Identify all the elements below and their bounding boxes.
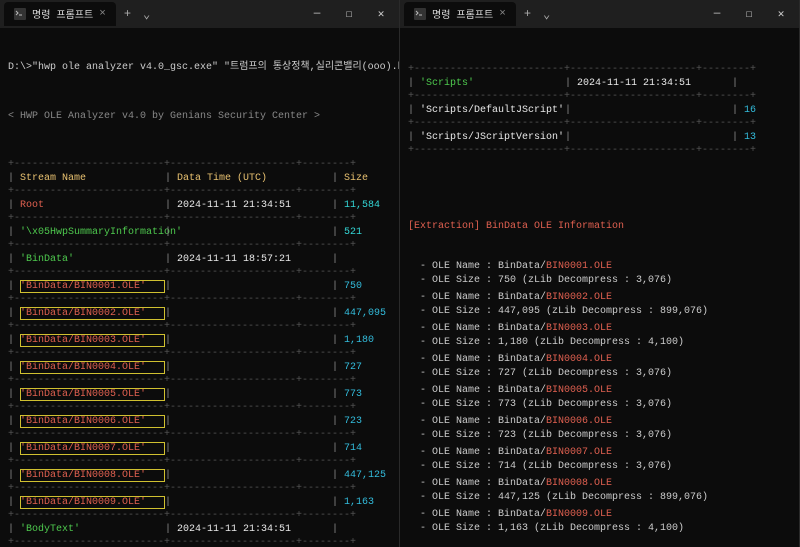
new-tab-button[interactable]: + <box>118 7 137 21</box>
separator: +-------------------------+-------------… <box>8 455 391 469</box>
table-row: | 'BinData/BIN0006.OLE' | | 723 | <box>8 415 391 429</box>
command-line: D:\>"hwp ole analyzer v4.0_gsc.exe" "트럼프… <box>8 61 391 75</box>
table-row: | 'BinData/BIN0002.OLE' | | 447,095| <box>8 307 391 321</box>
table-row: | 'Scripts/DefaultJScript'| | 16 | <box>408 104 791 118</box>
tab-title-left: 명령 프롬프트 <box>32 6 93 22</box>
table-row: | 'BinData/BIN0001.OLE' | | 750 | <box>8 280 391 294</box>
table-header: | Stream Name | Data Time (UTC) | Size | <box>8 172 391 186</box>
maximize-button[interactable]: ☐ <box>335 7 363 21</box>
extraction-entry: - OLE Size : 773 (zLib Decompress : 3,07… <box>408 398 791 412</box>
left-pane: 명령 프롬프트 × + ⌄ — ☐ ✕ D:\>"hwp ole analyze… <box>0 0 400 547</box>
separator: +-------------------------+-------------… <box>8 185 391 199</box>
stream-table-right: +-------------------------+-------------… <box>408 63 791 158</box>
tab-close-icon[interactable]: × <box>99 8 106 20</box>
separator: +-------------------------+-------------… <box>8 239 391 253</box>
extraction-entry: - OLE Size : 723 (zLib Decompress : 3,07… <box>408 429 791 443</box>
extraction-entry: - OLE Size : 447,125 (zLib Decompress : … <box>408 491 791 505</box>
tab-close-icon[interactable]: × <box>499 8 506 20</box>
table-row: | 'BinData/BIN0008.OLE' | | 447,125| <box>8 469 391 483</box>
close-button[interactable]: ✕ <box>767 7 795 21</box>
extraction-entry: - OLE Size : 447,095 (zLib Decompress : … <box>408 305 791 319</box>
extraction-entry: - OLE Size : 1,163 (zLib Decompress : 4,… <box>408 522 791 536</box>
separator: +-------------------------+-------------… <box>8 266 391 280</box>
separator: +-------------------------+-------------… <box>8 536 391 547</box>
separator: +-------------------------+-------------… <box>408 117 791 131</box>
table-row: | 'Scripts/JScriptVersion'| | 13 | <box>408 131 791 145</box>
table-row: | Root | 2024-11-11 21:34:51| 11,584| <box>8 199 391 213</box>
table-row: | '\x05HwpSummaryInformation'| | 521 | <box>8 226 391 240</box>
extraction-entry: - OLE Name : BinData/BIN0006.OLE <box>408 415 791 429</box>
separator: +-------------------------+-------------… <box>8 320 391 334</box>
separator: +-------------------------+-------------… <box>408 144 791 158</box>
extraction-entry: - OLE Name : BinData/BIN0009.OLE <box>408 508 791 522</box>
minimize-button[interactable]: — <box>703 8 731 20</box>
extraction-entry: - OLE Name : BinData/BIN0003.OLE <box>408 322 791 336</box>
extraction-entry: - OLE Name : BinData/BIN0007.OLE <box>408 446 791 460</box>
minimize-button[interactable]: — <box>303 8 331 20</box>
tab-left[interactable]: 명령 프롬프트 × <box>4 2 116 26</box>
extraction-entry: - OLE Size : 727 (zLib Decompress : 3,07… <box>408 367 791 381</box>
separator: +-------------------------+-------------… <box>8 509 391 523</box>
table-row: | 'BinData/BIN0009.OLE' | | 1,163 | <box>8 496 391 510</box>
stream-table: +-------------------------+-------------… <box>8 158 391 547</box>
tab-dropdown-icon[interactable]: ⌄ <box>537 7 556 22</box>
table-row: | 'BinData/BIN0007.OLE' | | 714 | <box>8 442 391 456</box>
extraction-list-right: - OLE Name : BinData/BIN0001.OLE - OLE S… <box>408 260 791 539</box>
table-row: | 'BinData' | 2024-11-11 18:57:21| | <box>8 253 391 267</box>
tab-right[interactable]: 명령 프롬프트 × <box>404 2 516 26</box>
extraction-entry: - OLE Name : BinData/BIN0008.OLE <box>408 477 791 491</box>
separator: +-------------------------+-------------… <box>8 401 391 415</box>
extraction-entry: - OLE Name : BinData/BIN0002.OLE <box>408 291 791 305</box>
cmd-icon <box>414 8 426 20</box>
table-row: | 'BinData/BIN0004.OLE' | | 727 | <box>8 361 391 375</box>
cmd-icon <box>14 8 26 20</box>
table-row: | 'Scripts' | 2024-11-11 21:34:51| | <box>408 77 791 91</box>
close-button[interactable]: ✕ <box>367 7 395 21</box>
separator: +-------------------------+-------------… <box>8 482 391 496</box>
terminal-left[interactable]: D:\>"hwp ole analyzer v4.0_gsc.exe" "트럼프… <box>0 28 399 547</box>
extraction-entry: - OLE Size : 750 (zLib Decompress : 3,07… <box>408 274 791 288</box>
new-tab-button[interactable]: + <box>518 7 537 21</box>
extraction-entry: - OLE Name : BinData/BIN0005.OLE <box>408 384 791 398</box>
extraction-header-right: [Extraction] BinData OLE Information <box>408 220 791 234</box>
extraction-entry: - OLE Name : BinData/BIN0001.OLE <box>408 260 791 274</box>
separator: +-------------------------+-------------… <box>408 63 791 77</box>
separator: +-------------------------+-------------… <box>408 90 791 104</box>
tab-title-right: 명령 프롬프트 <box>432 6 493 22</box>
table-row: | 'BodyText' | 2024-11-11 21:34:51| | <box>8 523 391 537</box>
titlebar-right: 명령 프롬프트 × + ⌄ — ☐ ✕ <box>400 0 799 28</box>
separator: +-------------------------+-------------… <box>8 158 391 172</box>
extraction-entry: - OLE Size : 714 (zLib Decompress : 3,07… <box>408 460 791 474</box>
table-row: | 'BinData/BIN0005.OLE' | | 773 | <box>8 388 391 402</box>
titlebar-left: 명령 프롬프트 × + ⌄ — ☐ ✕ <box>0 0 399 28</box>
extraction-entry: - OLE Size : 1,180 (zLib Decompress : 4,… <box>408 336 791 350</box>
separator: +-------------------------+-------------… <box>8 428 391 442</box>
tab-dropdown-icon[interactable]: ⌄ <box>137 7 156 22</box>
extraction-entry: - OLE Name : BinData/BIN0004.OLE <box>408 353 791 367</box>
right-pane: 명령 프롬프트 × + ⌄ — ☐ ✕ +-------------------… <box>400 0 800 547</box>
table-row: | 'BinData/BIN0003.OLE' | | 1,180 | <box>8 334 391 348</box>
terminal-right[interactable]: +-------------------------+-------------… <box>400 28 799 547</box>
app-banner: < HWP OLE Analyzer v4.0 by Genians Secur… <box>8 110 391 124</box>
maximize-button[interactable]: ☐ <box>735 7 763 21</box>
separator: +-------------------------+-------------… <box>8 212 391 226</box>
separator: +-------------------------+-------------… <box>8 293 391 307</box>
separator: +-------------------------+-------------… <box>8 347 391 361</box>
separator: +-------------------------+-------------… <box>8 374 391 388</box>
